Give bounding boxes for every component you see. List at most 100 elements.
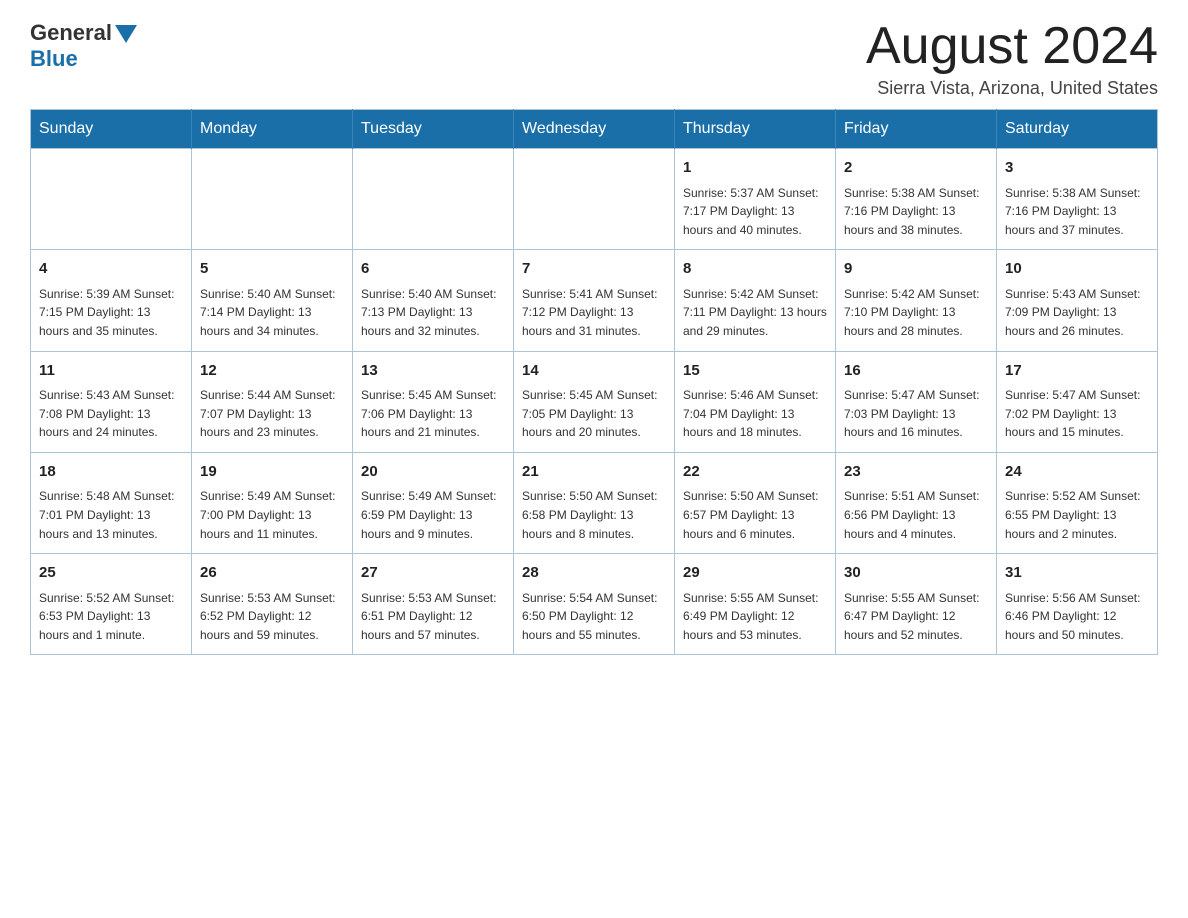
day-info: Sunrise: 5:40 AM Sunset: 7:13 PM Dayligh… [361, 285, 505, 341]
logo: General Blue [30, 20, 137, 72]
day-number: 28 [522, 562, 666, 585]
day-info: Sunrise: 5:43 AM Sunset: 7:08 PM Dayligh… [39, 386, 183, 442]
calendar-cell: 27 Sunrise: 5:53 AM Sunset: 6:51 PM Dayli… [353, 554, 514, 655]
calendar-week-row: 11 Sunrise: 5:43 AM Sunset: 7:08 PM Dayli… [31, 351, 1158, 452]
day-info: Sunrise: 5:45 AM Sunset: 7:06 PM Dayligh… [361, 386, 505, 442]
day-info: Sunrise: 5:55 AM Sunset: 6:49 PM Dayligh… [683, 589, 827, 645]
day-number: 26 [200, 562, 344, 585]
day-number: 1 [683, 157, 827, 180]
day-number: 6 [361, 258, 505, 281]
calendar-cell: 8Sunrise: 5:42 AM Sunset: 7:11 PM Daylig… [675, 250, 836, 351]
calendar-cell: 21Sunrise: 5:50 AM Sunset: 6:58 PM Dayli… [514, 452, 675, 553]
calendar-week-row: 25 Sunrise: 5:52 AM Sunset: 6:53 PM Dayli… [31, 554, 1158, 655]
calendar-header-thursday: Thursday [675, 110, 836, 149]
day-info: Sunrise: 5:40 AM Sunset: 7:14 PM Dayligh… [200, 285, 344, 341]
day-number: 30 [844, 562, 988, 585]
day-number: 7 [522, 258, 666, 281]
day-number: 2 [844, 157, 988, 180]
calendar-cell: 9 Sunrise: 5:42 AM Sunset: 7:10 PM Daylig… [836, 250, 997, 351]
day-info: Sunrise: 5:44 AM Sunset: 7:07 PM Dayligh… [200, 386, 344, 442]
calendar-header-wednesday: Wednesday [514, 110, 675, 149]
month-title: August 2024 [866, 20, 1158, 72]
calendar-cell: 26 Sunrise: 5:53 AM Sunset: 6:52 PM Dayli… [192, 554, 353, 655]
day-number: 31 [1005, 562, 1149, 585]
calendar-cell: 12 Sunrise: 5:44 AM Sunset: 7:07 PM Dayli… [192, 351, 353, 452]
day-info: Sunrise: 5:39 AM Sunset: 7:15 PM Dayligh… [39, 285, 183, 341]
calendar-cell: 7 Sunrise: 5:41 AM Sunset: 7:12 PM Daylig… [514, 250, 675, 351]
title-block: August 2024 Sierra Vista, Arizona, Unite… [866, 20, 1158, 99]
day-info: Sunrise: 5:46 AM Sunset: 7:04 PM Dayligh… [683, 386, 827, 442]
calendar-header-monday: Monday [192, 110, 353, 149]
logo-triangle-icon [115, 25, 137, 43]
day-number: 25 [39, 562, 183, 585]
day-info: Sunrise: 5:48 AM Sunset: 7:01 PM Dayligh… [39, 487, 183, 543]
day-number: 9 [844, 258, 988, 281]
day-info: Sunrise: 5:41 AM Sunset: 7:12 PM Dayligh… [522, 285, 666, 341]
day-number: 15 [683, 360, 827, 383]
day-info: Sunrise: 5:51 AM Sunset: 6:56 PM Dayligh… [844, 487, 988, 543]
day-number: 14 [522, 360, 666, 383]
calendar-cell: 1 Sunrise: 5:37 AM Sunset: 7:17 PM Daylig… [675, 149, 836, 250]
calendar-cell: 29 Sunrise: 5:55 AM Sunset: 6:49 PM Dayli… [675, 554, 836, 655]
day-number: 24 [1005, 461, 1149, 484]
calendar-cell: 18 Sunrise: 5:48 AM Sunset: 7:01 PM Dayli… [31, 452, 192, 553]
day-info: Sunrise: 5:47 AM Sunset: 7:02 PM Dayligh… [1005, 386, 1149, 442]
day-number: 8 [683, 258, 827, 281]
calendar-cell: 14Sunrise: 5:45 AM Sunset: 7:05 PM Dayli… [514, 351, 675, 452]
day-number: 10 [1005, 258, 1149, 281]
day-number: 20 [361, 461, 505, 484]
calendar-cell: 24 Sunrise: 5:52 AM Sunset: 6:55 PM Dayli… [997, 452, 1158, 553]
calendar-cell: 15 Sunrise: 5:46 AM Sunset: 7:04 PM Dayli… [675, 351, 836, 452]
calendar-cell: 22Sunrise: 5:50 AM Sunset: 6:57 PM Dayli… [675, 452, 836, 553]
day-info: Sunrise: 5:56 AM Sunset: 6:46 PM Dayligh… [1005, 589, 1149, 645]
day-info: Sunrise: 5:37 AM Sunset: 7:17 PM Dayligh… [683, 184, 827, 240]
day-number: 19 [200, 461, 344, 484]
calendar-table: SundayMondayTuesdayWednesdayThursdayFrid… [30, 109, 1158, 655]
day-info: Sunrise: 5:50 AM Sunset: 6:58 PM Dayligh… [522, 487, 666, 543]
day-info: Sunrise: 5:38 AM Sunset: 7:16 PM Dayligh… [1005, 184, 1149, 240]
day-number: 18 [39, 461, 183, 484]
calendar-cell: 4 Sunrise: 5:39 AM Sunset: 7:15 PM Daylig… [31, 250, 192, 351]
calendar-cell: 2 Sunrise: 5:38 AM Sunset: 7:16 PM Daylig… [836, 149, 997, 250]
day-number: 12 [200, 360, 344, 383]
calendar-week-row: 18 Sunrise: 5:48 AM Sunset: 7:01 PM Dayli… [31, 452, 1158, 553]
calendar-cell: 19 Sunrise: 5:49 AM Sunset: 7:00 PM Dayli… [192, 452, 353, 553]
day-info: Sunrise: 5:54 AM Sunset: 6:50 PM Dayligh… [522, 589, 666, 645]
calendar-cell: 11 Sunrise: 5:43 AM Sunset: 7:08 PM Dayli… [31, 351, 192, 452]
page-header: General Blue August 2024 Sierra Vista, A… [30, 20, 1158, 99]
logo-text-blue: Blue [30, 46, 78, 72]
day-info: Sunrise: 5:53 AM Sunset: 6:52 PM Dayligh… [200, 589, 344, 645]
calendar-cell: 23Sunrise: 5:51 AM Sunset: 6:56 PM Dayli… [836, 452, 997, 553]
day-number: 11 [39, 360, 183, 383]
day-number: 29 [683, 562, 827, 585]
day-number: 17 [1005, 360, 1149, 383]
day-number: 4 [39, 258, 183, 281]
calendar-week-row: 1 Sunrise: 5:37 AM Sunset: 7:17 PM Daylig… [31, 149, 1158, 250]
day-info: Sunrise: 5:49 AM Sunset: 6:59 PM Dayligh… [361, 487, 505, 543]
calendar-cell: 20 Sunrise: 5:49 AM Sunset: 6:59 PM Dayli… [353, 452, 514, 553]
calendar-header-friday: Friday [836, 110, 997, 149]
day-number: 22 [683, 461, 827, 484]
day-info: Sunrise: 5:47 AM Sunset: 7:03 PM Dayligh… [844, 386, 988, 442]
day-number: 27 [361, 562, 505, 585]
calendar-cell: 3Sunrise: 5:38 AM Sunset: 7:16 PM Daylig… [997, 149, 1158, 250]
calendar-cell: 6 Sunrise: 5:40 AM Sunset: 7:13 PM Daylig… [353, 250, 514, 351]
day-number: 5 [200, 258, 344, 281]
day-info: Sunrise: 5:53 AM Sunset: 6:51 PM Dayligh… [361, 589, 505, 645]
calendar-header-row: SundayMondayTuesdayWednesdayThursdayFrid… [31, 110, 1158, 149]
day-info: Sunrise: 5:38 AM Sunset: 7:16 PM Dayligh… [844, 184, 988, 240]
calendar-cell [31, 149, 192, 250]
day-info: Sunrise: 5:52 AM Sunset: 6:55 PM Dayligh… [1005, 487, 1149, 543]
location-title: Sierra Vista, Arizona, United States [866, 78, 1158, 99]
calendar-cell [353, 149, 514, 250]
calendar-cell: 13Sunrise: 5:45 AM Sunset: 7:06 PM Dayli… [353, 351, 514, 452]
day-info: Sunrise: 5:52 AM Sunset: 6:53 PM Dayligh… [39, 589, 183, 645]
day-number: 16 [844, 360, 988, 383]
day-info: Sunrise: 5:42 AM Sunset: 7:10 PM Dayligh… [844, 285, 988, 341]
calendar-header-tuesday: Tuesday [353, 110, 514, 149]
calendar-header-saturday: Saturday [997, 110, 1158, 149]
day-info: Sunrise: 5:49 AM Sunset: 7:00 PM Dayligh… [200, 487, 344, 543]
calendar-cell: 28 Sunrise: 5:54 AM Sunset: 6:50 PM Dayli… [514, 554, 675, 655]
calendar-cell: 10Sunrise: 5:43 AM Sunset: 7:09 PM Dayli… [997, 250, 1158, 351]
calendar-week-row: 4 Sunrise: 5:39 AM Sunset: 7:15 PM Daylig… [31, 250, 1158, 351]
